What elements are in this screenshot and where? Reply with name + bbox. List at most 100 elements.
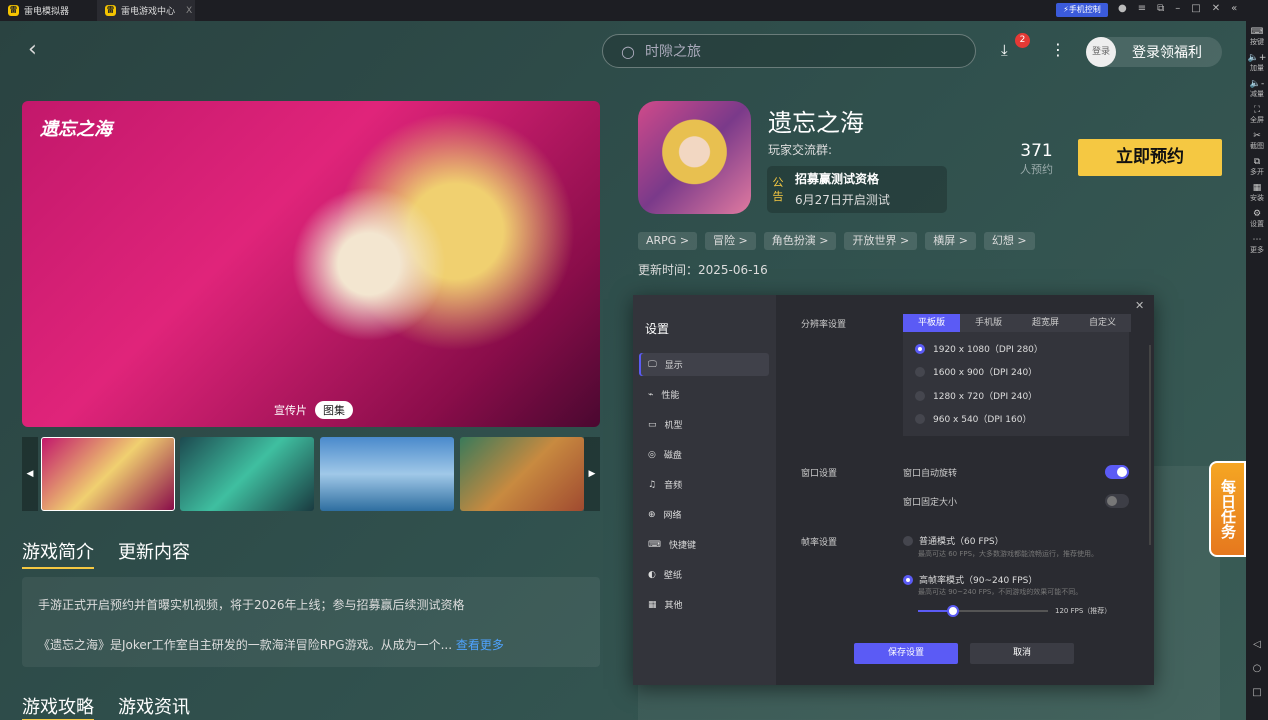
save-settings-button[interactable]: 保存设置	[854, 643, 958, 664]
user-icon[interactable]: ●	[1118, 3, 1127, 14]
cancel-button[interactable]: 取消	[970, 643, 1074, 664]
radio-selected[interactable]	[915, 343, 925, 354]
toolbar-fullscreen[interactable]: ⛶ 全屏	[1246, 105, 1268, 125]
tag-landscape[interactable]: 横屏 >	[925, 232, 976, 250]
res-option[interactable]: 1920 x 1080（DPI 280）	[915, 342, 1043, 355]
notice-tag: 公告	[772, 175, 784, 203]
maximize-icon[interactable]: □	[1191, 3, 1200, 14]
close-dialog-icon[interactable]: ✕	[1135, 299, 1144, 312]
radio[interactable]	[915, 366, 925, 377]
tab-gallery[interactable]: 图集	[315, 401, 353, 419]
app-logo-icon: 雷	[8, 5, 19, 16]
tab-label: 雷电模拟器	[24, 7, 70, 17]
daily-task-badge[interactable]: 每日任务	[1209, 461, 1246, 557]
collapse-icon[interactable]: «	[1231, 3, 1237, 14]
thumbnail[interactable]	[41, 437, 175, 511]
tab-emulator[interactable]: 雷雷电模拟器	[0, 0, 95, 21]
tab-intro[interactable]: 游戏简介	[22, 538, 94, 569]
settings-menu-item[interactable]: ⌁ 性能	[639, 383, 769, 406]
settings-menu-item[interactable]: ▭ 机型	[639, 413, 769, 436]
tab-news[interactable]: 游戏资讯	[118, 693, 190, 720]
notice-title: 招募赢测试资格	[795, 171, 880, 186]
menu-label: 机型	[664, 421, 683, 431]
search-input[interactable]: ○ 时隙之旅	[602, 34, 976, 68]
scrollbar[interactable]	[1149, 345, 1151, 545]
res-tab-ultrawide[interactable]: 超宽屏	[1017, 314, 1074, 332]
menu-label: 性能	[661, 391, 680, 401]
thumbnail[interactable]	[460, 437, 584, 511]
res-option[interactable]: 960 x 540（DPI 160）	[915, 412, 1031, 425]
res-option[interactable]: 1280 x 720（DPI 240）	[915, 389, 1037, 402]
reserve-count: 371	[1020, 141, 1053, 161]
res-tab-phone[interactable]: 手机版	[960, 314, 1017, 332]
toolbar-screenshot[interactable]: ✂ 截图	[1246, 131, 1268, 151]
toolbar-more[interactable]: ⋯ 更多	[1246, 235, 1268, 255]
settings-menu-item[interactable]: ♫ 音频	[639, 473, 769, 496]
fps-slider-handle[interactable]	[947, 605, 960, 617]
tag-rpg[interactable]: 角色扮演 >	[763, 232, 837, 250]
toolbar-volume-up[interactable]: 🔈+ 加量	[1246, 53, 1268, 73]
settings-menu-item[interactable]: ◎ 磁盘	[639, 443, 769, 466]
palette-icon: ◐	[648, 569, 656, 580]
prev-thumb-button[interactable]: ◀	[22, 437, 38, 511]
menu-label: 显示	[664, 361, 683, 371]
thumbnail[interactable]	[180, 437, 314, 511]
minimize-icon[interactable]: –	[1175, 3, 1180, 14]
resolution-options: 1920 x 1080（DPI 280） 1600 x 900（DPI 240）…	[903, 332, 1129, 436]
phone-control-button[interactable]: ⚡手机控制	[1056, 3, 1108, 17]
tag-adventure[interactable]: 冒险 >	[705, 232, 756, 250]
res-option[interactable]: 1600 x 900（DPI 240）	[915, 365, 1037, 378]
fps-slider[interactable]	[918, 605, 1048, 617]
settings-menu-item[interactable]: 🖵 显示	[639, 353, 769, 376]
normal-mode-option[interactable]: 普通模式（60 FPS）	[903, 534, 1004, 547]
notice-card[interactable]: 公告 招募赢测试资格 6月27日开启测试	[767, 166, 947, 213]
toolbar-volume-down[interactable]: 🔈- 减量	[1246, 79, 1268, 99]
next-thumb-button[interactable]: ▶	[584, 437, 600, 511]
fixed-size-toggle[interactable]	[1105, 494, 1129, 508]
tag-arpg[interactable]: ARPG >	[638, 232, 698, 250]
res-tab-tablet[interactable]: 平板版	[903, 314, 960, 332]
back-nav-icon[interactable]: ◁	[1246, 633, 1268, 657]
radio-selected[interactable]	[903, 574, 913, 585]
tab-video[interactable]: 宣传片	[274, 402, 307, 418]
res-tab-custom[interactable]: 自定义	[1074, 314, 1131, 332]
tag-fantasy[interactable]: 幻想 >	[983, 232, 1035, 250]
toolbar-multi[interactable]: ⧉ 多开	[1246, 157, 1268, 177]
toolbar-keys[interactable]: ⌨ 按键	[1246, 27, 1268, 47]
home-nav-icon[interactable]: ○	[1246, 657, 1268, 681]
tab-game-center[interactable]: 雷雷电游戏中心 X	[97, 0, 195, 21]
title-bar: 雷雷电模拟器 雷雷电游戏中心 X ⚡手机控制 ● ≡ ⧉ – □ ✕ «	[0, 0, 1268, 21]
thumbnail[interactable]	[320, 437, 454, 511]
settings-menu-item[interactable]: ⌨ 快捷键	[639, 533, 769, 556]
see-more-link[interactable]: 查看更多	[456, 638, 504, 652]
toolbar-settings[interactable]: ⚙ 设置	[1246, 209, 1268, 229]
settings-menu-item[interactable]: ◐ 壁纸	[639, 563, 769, 586]
menu-icon[interactable]: ≡	[1138, 3, 1146, 14]
volume-down-icon: 🔈-	[1249, 79, 1265, 89]
radio[interactable]	[915, 413, 925, 424]
high-fps-option[interactable]: 高帧率模式（90~240 FPS）	[903, 573, 1037, 586]
radio[interactable]	[903, 535, 913, 546]
window-label: 窗口设置	[801, 469, 838, 479]
auto-rotate-toggle[interactable]	[1105, 465, 1129, 479]
performance-icon: ⌁	[648, 389, 654, 400]
back-button[interactable]: ‹	[28, 37, 37, 62]
tab-updates[interactable]: 更新内容	[118, 538, 190, 569]
intro-text: 手游正式开启预约并首曝实机视频，将于2026年上线；参与招募赢后续测试资格	[38, 598, 465, 612]
download-button[interactable]: ⤓ 2	[1001, 33, 1030, 59]
login-button[interactable]: 登录 登录领福利	[1086, 37, 1222, 67]
close-icon[interactable]: ✕	[1212, 3, 1220, 14]
close-tab-icon[interactable]: X	[186, 6, 192, 16]
tab-guides[interactable]: 游戏攻略	[22, 693, 94, 720]
more-menu-icon[interactable]: ⋮	[1050, 40, 1066, 59]
settings-menu-item[interactable]: ⊕ 网络	[639, 503, 769, 526]
reserve-button[interactable]: 立即预约	[1078, 139, 1222, 176]
tag-open-world[interactable]: 开放世界 >	[844, 232, 918, 250]
toolbar-install[interactable]: ▦ 安装	[1246, 183, 1268, 203]
auto-rotate-label: 窗口自动旋转	[903, 469, 958, 479]
hero-media[interactable]: 遗忘之海 宣传片 图集	[22, 101, 600, 427]
settings-menu-item[interactable]: ▦ 其他	[639, 593, 769, 616]
restore-icon[interactable]: ⧉	[1157, 3, 1164, 14]
radio[interactable]	[915, 390, 925, 401]
recent-nav-icon[interactable]: □	[1246, 681, 1268, 705]
